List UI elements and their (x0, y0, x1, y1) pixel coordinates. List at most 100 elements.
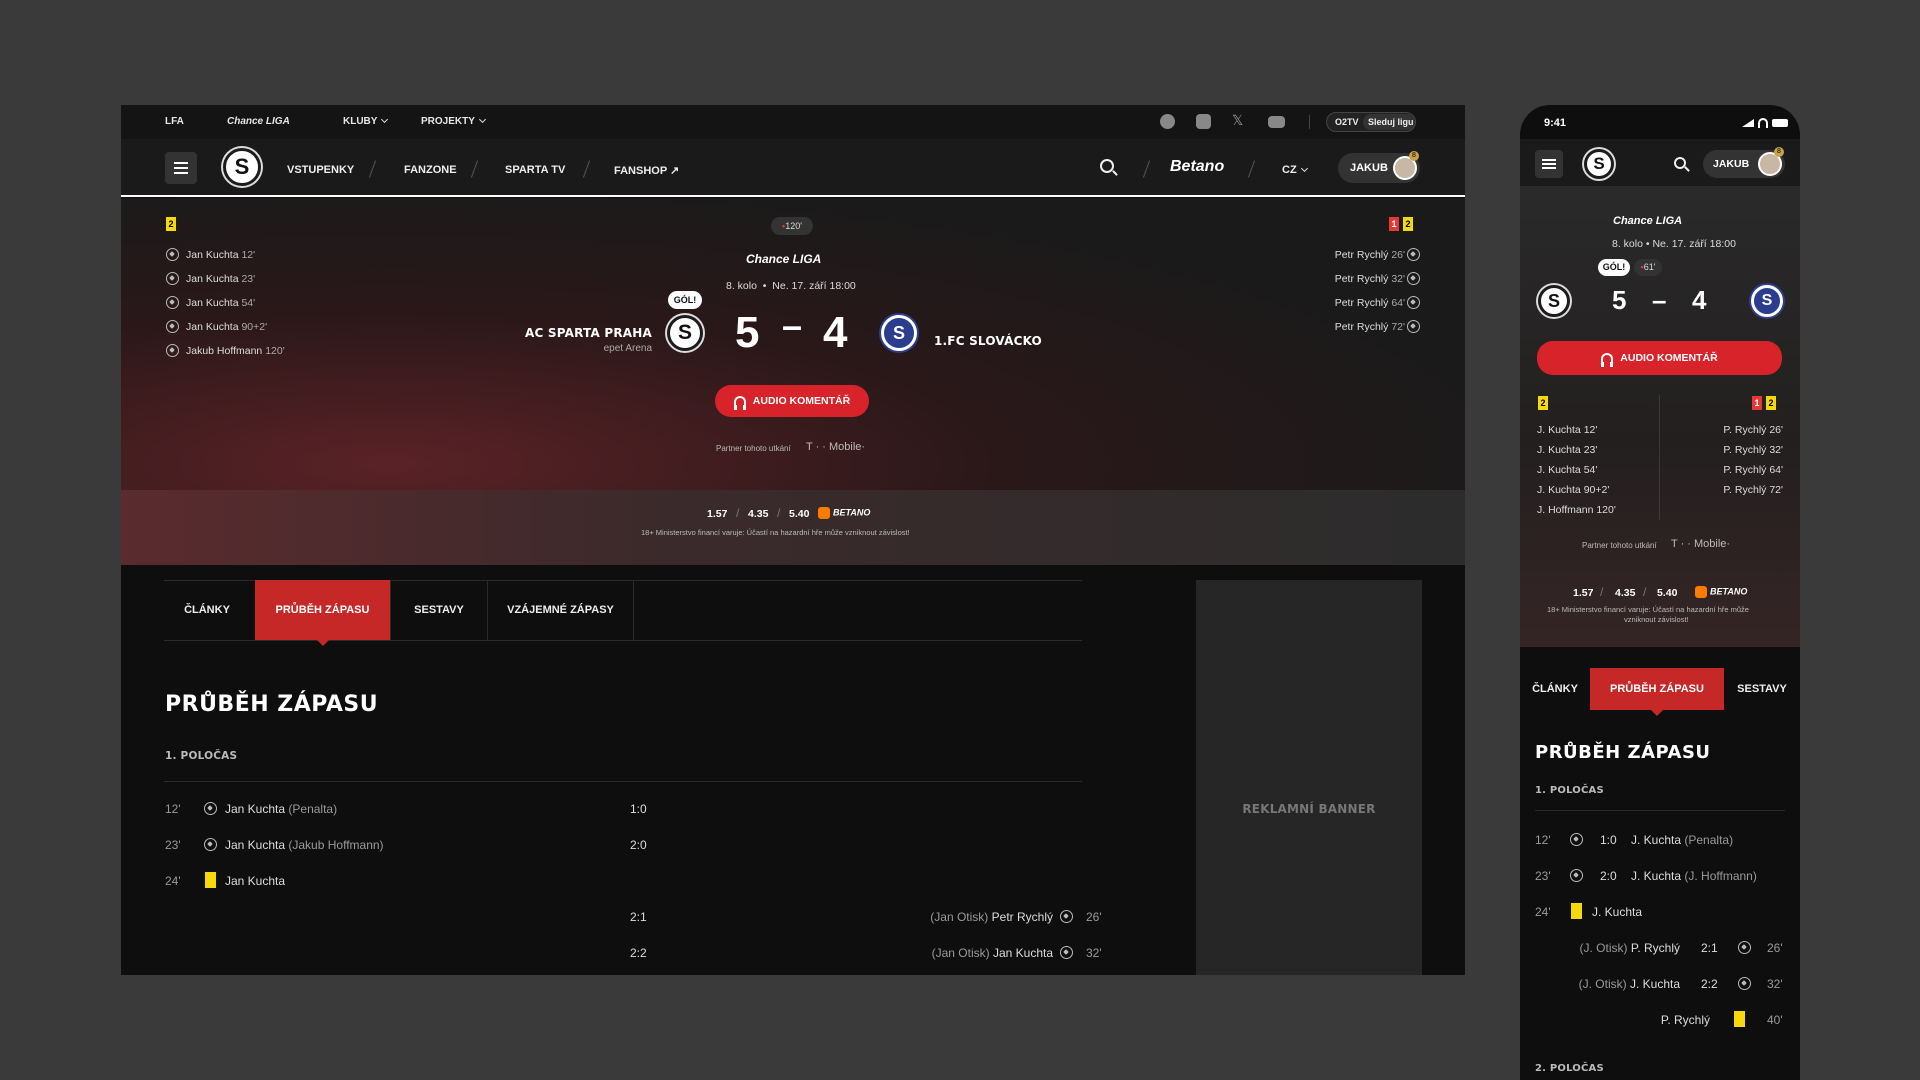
away-scorer: Petr Rychlý 32' (1335, 273, 1405, 285)
odds-draw[interactable]: 4.35 (748, 508, 768, 520)
user-menu[interactable]: JAKUB 8 (1703, 147, 1785, 178)
audio-commentary-button[interactable]: AUDIO KOMENTÁŘ (715, 385, 869, 417)
user-name: JAKUB (1350, 162, 1388, 174)
home-score: 5 (1612, 285, 1627, 315)
club-logo[interactable]: S (223, 148, 261, 186)
o2tv-label: O2TV (1335, 117, 1359, 127)
betano-label: BETANO (1710, 586, 1748, 597)
event-minute: 32' (1767, 977, 1783, 991)
home-crest[interactable]: S (667, 315, 703, 351)
nav-fanshop[interactable]: FANSHOP ↗ (614, 164, 679, 177)
event-extra: (Jan Otisk) (931, 946, 990, 960)
away-yellow-card: 2 (1403, 217, 1413, 231)
event-extra: (J. Hoffmann) (1684, 869, 1757, 883)
event-player: (Jan Otisk) Jan Kuchta (932, 946, 1053, 960)
tab-prubeh-zapasu[interactable]: PRŮBĚH ZÁPASU (255, 580, 390, 646)
event-minute: 23' (165, 838, 181, 852)
tab-clanky[interactable]: ČLÁNKY (1520, 668, 1590, 710)
odds-home[interactable]: 1.57 (707, 508, 727, 520)
home-scorer: Jan Kuchta 90+2' (186, 321, 267, 333)
divider (164, 781, 1082, 782)
betano-odds-logo: BETANO (1695, 586, 1747, 598)
event-minute: 26' (1767, 941, 1783, 955)
nav-vstupenky[interactable]: VSTUPENKY (287, 164, 354, 176)
half-label: 1. POLOČAS (1535, 785, 1604, 796)
o2tv-link[interactable]: O2TV Sleduj ligu (1326, 112, 1416, 132)
event-minute: 24' (1535, 905, 1551, 919)
nav-fanzone[interactable]: FANZONE (404, 164, 457, 176)
event-extra: (Jakub Hoffmann) (288, 838, 384, 852)
tab-sestavy[interactable]: SESTAVY (1724, 668, 1800, 710)
scorer-name: Jan Kuchta (186, 321, 239, 333)
ball-icon (1407, 272, 1420, 285)
odds-sep: / (736, 506, 740, 520)
scorer-minute: 64' (1391, 297, 1405, 309)
divider (470, 160, 479, 178)
user-menu[interactable]: JAKUB 8 (1338, 151, 1420, 183)
odds-away[interactable]: 5.40 (1657, 587, 1677, 599)
ball-icon (1060, 910, 1073, 923)
away-team-name[interactable]: 1.FC SLOVÁCKO (934, 334, 1042, 348)
wifi-icon (1758, 118, 1768, 128)
youtube-icon[interactable] (1268, 116, 1285, 128)
home-scorer: J. Kuchta 23' (1537, 444, 1598, 456)
tab-prubeh-zapasu[interactable]: PRŮBĚH ZÁPASU (1590, 668, 1724, 716)
language-switch[interactable]: CZ (1282, 164, 1308, 176)
lfa-logo[interactable]: LFA (165, 116, 184, 127)
facebook-icon[interactable] (1160, 114, 1175, 129)
event-score: 1:0 (630, 802, 647, 816)
chevron-down-icon (478, 115, 486, 124)
home-team-name[interactable]: AC SPARTA PRAHA (525, 326, 652, 340)
away-crest[interactable]: S (881, 315, 917, 351)
scorer-minute: 26' (1391, 249, 1405, 261)
scorer-name: Petr Rychlý (1334, 297, 1389, 309)
x-icon[interactable]: 𝕏 (1232, 112, 1243, 129)
event-score: 2:2 (1701, 977, 1718, 991)
search-icon[interactable] (1674, 157, 1686, 169)
home-crest[interactable]: S (1538, 285, 1570, 317)
home-score: 5 (735, 308, 760, 357)
divider (1247, 160, 1256, 178)
odds-home[interactable]: 1.57 (1573, 587, 1593, 599)
match-round: 8. kolo (1612, 238, 1643, 250)
ball-icon (1407, 248, 1420, 261)
away-scorer: Petr Rychlý 72' (1335, 321, 1405, 333)
scorer-minute: 12' (241, 249, 256, 261)
ad-banner[interactable]: REKLAMNÍ BANNER (1196, 580, 1422, 975)
user-name: JAKUB (1713, 158, 1750, 170)
away-red-card: 1 (1752, 396, 1762, 410)
score-dash: – (1652, 285, 1667, 315)
scorer-name: Petr Rychlý (1334, 321, 1389, 333)
away-scorer: P. Rychlý 32' (1723, 444, 1783, 456)
event-player: (Jan Otisk) Petr Rychlý (930, 910, 1053, 924)
projekty-menu[interactable]: PROJEKTY (421, 115, 486, 127)
kluby-menu[interactable]: KLUBY (343, 115, 389, 127)
gambling-disclaimer: 18+ Ministerstvo financí varuje: Účastí … (641, 528, 910, 537)
club-logo[interactable]: S (1584, 149, 1614, 179)
away-scorer: Petr Rychlý 26' (1335, 249, 1405, 261)
odds-sep: / (1643, 585, 1647, 599)
audio-commentary-button[interactable]: AUDIO KOMENTÁŘ (1537, 341, 1782, 375)
betano-logo[interactable]: Betano (1170, 158, 1224, 176)
search-icon[interactable] (1100, 159, 1114, 173)
menu-button[interactable] (165, 152, 197, 184)
nav-sparta-tv[interactable]: SPARTA TV (505, 164, 565, 176)
odds-away[interactable]: 5.40 (789, 508, 809, 520)
away-scorer: Petr Rychlý 64' (1335, 297, 1405, 309)
chance-liga-logo: Chance LIGA (746, 252, 822, 266)
top-bar: LFA Chance LIGA KLUBY PROJEKTY 𝕏 O2TV Sl… (121, 105, 1465, 139)
away-crest[interactable]: S (1751, 285, 1783, 317)
betano-label: BETANO (833, 507, 871, 518)
instagram-icon[interactable] (1196, 114, 1211, 129)
away-scorer: P. Rychlý 26' (1723, 424, 1783, 436)
tab-sestavy[interactable]: SESTAVY (391, 580, 487, 640)
tab-vzajemne-zapasy[interactable]: VZÁJEMNÉ ZÁPASY (488, 580, 633, 640)
event-name: Petr Rychlý (991, 910, 1053, 924)
odds-draw[interactable]: 4.35 (1615, 587, 1635, 599)
chance-liga-logo[interactable]: Chance LIGA (227, 116, 290, 127)
tab-clanky[interactable]: ČLÁNKY (164, 580, 250, 640)
betano-icon (818, 507, 830, 519)
menu-button[interactable] (1535, 150, 1563, 178)
event-score: 1:0 (1600, 833, 1617, 847)
event-score: 2:0 (1600, 869, 1617, 883)
